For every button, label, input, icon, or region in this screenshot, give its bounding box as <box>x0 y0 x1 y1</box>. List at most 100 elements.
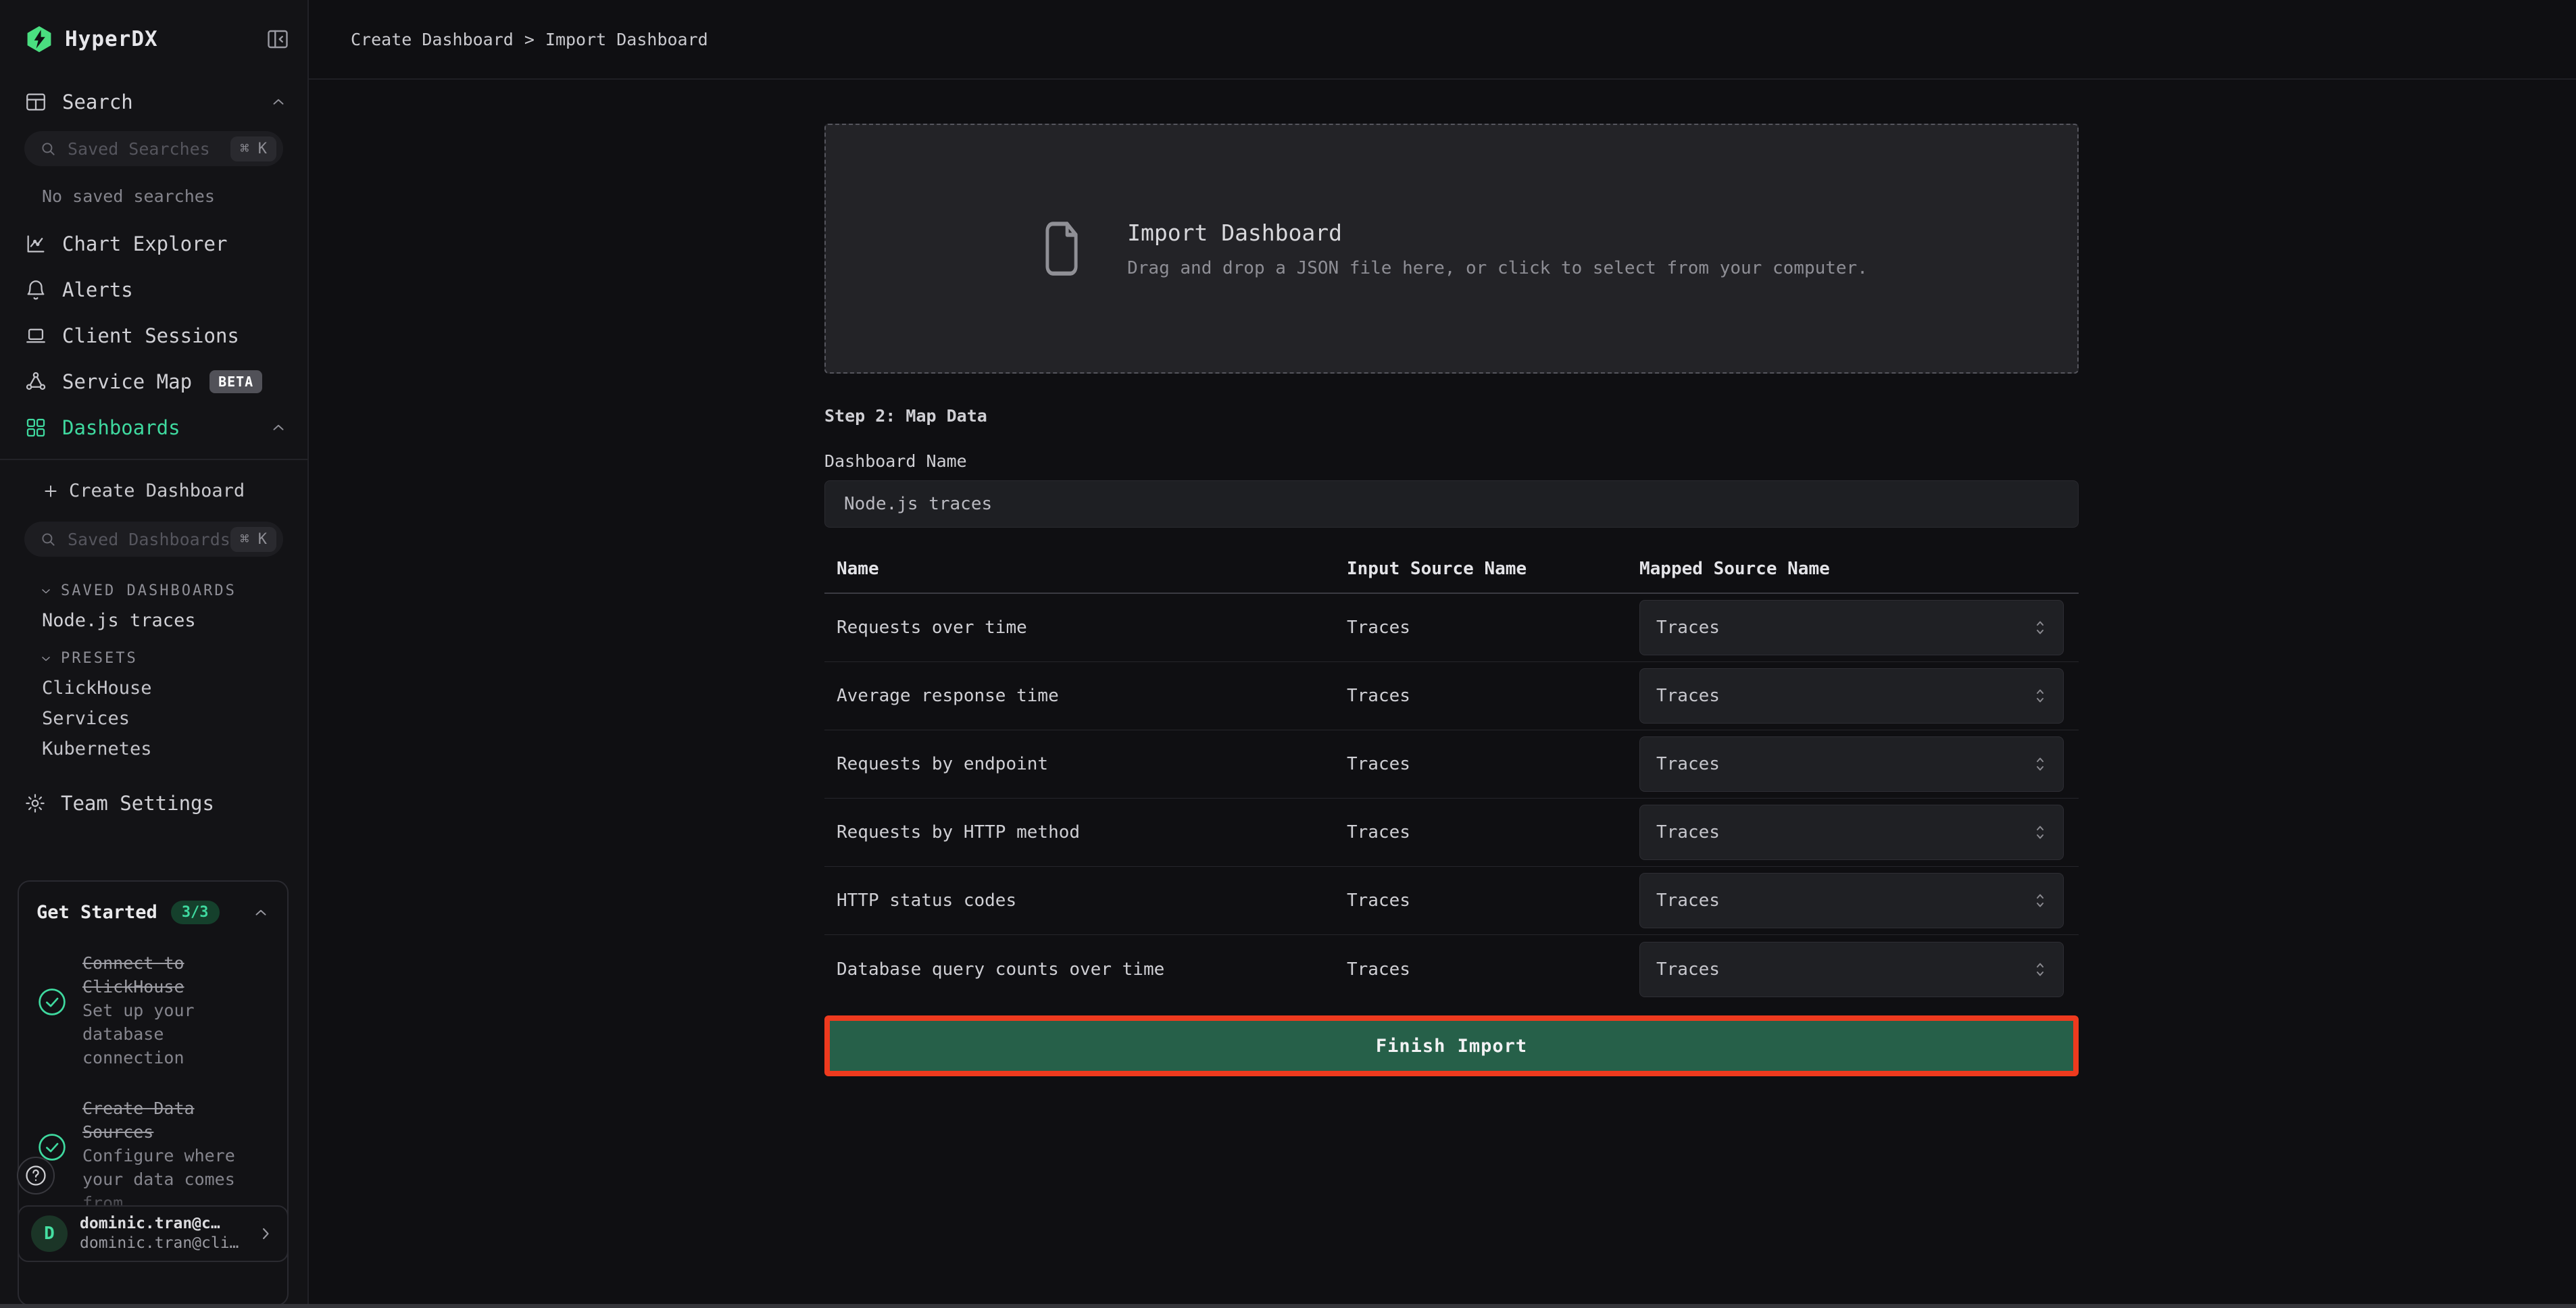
plus-icon <box>42 482 59 500</box>
sidebar-item-label: Dashboards <box>62 416 180 439</box>
main-area: Create Dashboard > Import Dashboard Impo… <box>309 0 2576 1308</box>
group-label: SAVED DASHBOARDS <box>61 582 237 599</box>
select-chevrons-icon <box>2032 686 2048 706</box>
column-header-input-source: Input Source Name <box>1347 559 1639 579</box>
select-chevrons-icon <box>2032 890 2048 911</box>
selected-value: Traces <box>1656 890 1720 911</box>
search-shortcut-badge: ⌘ K <box>230 527 276 552</box>
checklist-item-desc: Set up your database connection <box>82 999 270 1070</box>
divider <box>0 459 307 460</box>
input-source: Traces <box>1347 822 1639 842</box>
sidebar-item-team-settings[interactable]: Team Settings <box>24 792 287 815</box>
checklist-item-title: Create Data Sources <box>82 1099 195 1142</box>
chart-name: Database query counts over time <box>824 959 1347 980</box>
breadcrumb-import-dashboard: Import Dashboard <box>545 30 708 49</box>
search-shortcut-badge: ⌘ K <box>230 136 276 161</box>
create-dashboard-button[interactable]: Create Dashboard <box>42 480 307 501</box>
presets-group[interactable]: PRESETS <box>39 650 307 667</box>
checklist-item-connect-clickhouse[interactable]: Connect to ClickHouse Set up your databa… <box>36 951 270 1070</box>
selected-value: Traces <box>1656 754 1720 774</box>
user-profile-button[interactable]: D dominic.tran@c… dominic.tran@cli… <box>18 1205 289 1262</box>
saved-dashboard-item[interactable]: Node.js traces <box>42 610 307 631</box>
breadcrumb-separator: > <box>524 30 535 49</box>
finish-import-highlight: Finish Import <box>824 1015 2079 1076</box>
profile-name: dominic.tran@c… <box>80 1214 239 1234</box>
saved-dashboards-search[interactable]: ⌘ K <box>24 522 283 557</box>
dashboards-icon <box>24 416 47 439</box>
chevron-up-icon[interactable] <box>270 93 287 111</box>
column-header-name: Name <box>824 559 1347 579</box>
table-row: Average response time Traces Traces <box>824 662 2079 730</box>
sidebar-item-dashboards[interactable]: Dashboards <box>0 405 307 451</box>
dropzone-subtitle: Drag and drop a JSON file here, or click… <box>1127 258 1868 278</box>
saved-dashboards-input[interactable] <box>68 530 230 549</box>
dashboard-name-input[interactable] <box>824 480 2079 528</box>
mapped-source-select[interactable]: Traces <box>1639 942 2064 997</box>
select-chevrons-icon <box>2032 822 2048 842</box>
select-chevrons-icon <box>2032 618 2048 638</box>
file-icon <box>1035 216 1088 282</box>
group-label: PRESETS <box>61 650 138 667</box>
hyperdx-logo-icon <box>24 24 54 54</box>
mapped-source-select[interactable]: Traces <box>1639 668 2064 724</box>
chart-name: Requests by HTTP method <box>824 822 1347 842</box>
mapped-source-select[interactable]: Traces <box>1639 736 2064 792</box>
mapped-source-select[interactable]: Traces <box>1639 600 2064 655</box>
saved-searches-input[interactable] <box>68 139 230 159</box>
chart-name: Requests by endpoint <box>824 754 1347 774</box>
no-saved-searches-note: No saved searches <box>42 186 307 206</box>
input-source: Traces <box>1347 754 1639 774</box>
mapped-source-select[interactable]: Traces <box>1639 805 2064 860</box>
json-file-dropzone[interactable]: Import Dashboard Drag and drop a JSON fi… <box>824 124 2079 374</box>
search-section-label: Search <box>62 91 133 114</box>
sidebar-item-chart-explorer[interactable]: Chart Explorer <box>0 221 307 267</box>
dashboard-name-label: Dashboard Name <box>824 451 2079 471</box>
table-row: HTTP status codes Traces Traces <box>824 867 2079 935</box>
sidebar-item-service-map[interactable]: Service Map BETA <box>0 359 307 405</box>
chevron-up-icon[interactable] <box>270 419 287 436</box>
search-icon <box>39 140 57 157</box>
table-row: Requests by HTTP method Traces Traces <box>824 799 2079 867</box>
chevron-up-icon[interactable] <box>252 904 270 922</box>
preset-dashboard-item[interactable]: ClickHouse <box>42 678 307 699</box>
sidebar-item-client-sessions[interactable]: Client Sessions <box>0 313 307 359</box>
gear-icon <box>24 793 46 814</box>
preset-dashboard-item[interactable]: Kubernetes <box>42 738 307 759</box>
breadcrumb-create-dashboard[interactable]: Create Dashboard <box>351 30 514 49</box>
preset-dashboard-item[interactable]: Services <box>42 708 307 729</box>
checklist-item-desc: Configure where your data comes from <box>82 1144 270 1215</box>
sidebar-item-label: Service Map <box>62 370 192 393</box>
service-map-icon <box>24 370 47 393</box>
search-section-icon <box>24 91 47 114</box>
chart-name: HTTP status codes <box>824 890 1347 911</box>
sidebar-nav: Chart Explorer Alerts Client Sessions <box>0 221 307 451</box>
client-sessions-icon <box>24 324 47 347</box>
chevron-down-icon <box>39 584 53 598</box>
table-header-row: Name Input Source Name Mapped Source Nam… <box>824 559 2079 594</box>
collapse-sidebar-icon[interactable] <box>266 27 290 51</box>
select-chevrons-icon <box>2032 754 2048 774</box>
sidebar-item-label: Alerts <box>62 278 133 301</box>
profile-email: dominic.tran@cli… <box>80 1234 239 1253</box>
breadcrumb: Create Dashboard > Import Dashboard <box>309 0 2576 80</box>
get-started-title: Get Started <box>36 902 157 923</box>
mapped-source-select[interactable]: Traces <box>1639 873 2064 928</box>
sidebar: HyperDX Search ⌘ K <box>0 0 309 1308</box>
check-circle-icon <box>36 986 68 1070</box>
sidebar-item-search[interactable]: Search <box>24 91 287 114</box>
table-row: Requests over time Traces Traces <box>824 594 2079 662</box>
horizontal-scrollbar[interactable] <box>0 1304 2576 1308</box>
checklist-item-create-data-sources[interactable]: Create Data Sources Configure where your… <box>36 1097 270 1215</box>
app-title: HyperDX <box>65 27 158 51</box>
sidebar-item-alerts[interactable]: Alerts <box>0 267 307 313</box>
saved-dashboards-group[interactable]: SAVED DASHBOARDS <box>39 582 307 599</box>
selected-value: Traces <box>1656 959 1720 980</box>
sidebar-item-label: Chart Explorer <box>62 232 227 255</box>
saved-searches-search[interactable]: ⌘ K <box>24 131 283 166</box>
selected-value: Traces <box>1656 618 1720 638</box>
chevron-right-icon <box>256 1224 275 1243</box>
get-started-progress-badge: 3/3 <box>171 901 220 924</box>
logo-row: HyperDX <box>24 24 290 54</box>
help-button[interactable] <box>17 1157 55 1194</box>
finish-import-button[interactable]: Finish Import <box>830 1021 2073 1071</box>
